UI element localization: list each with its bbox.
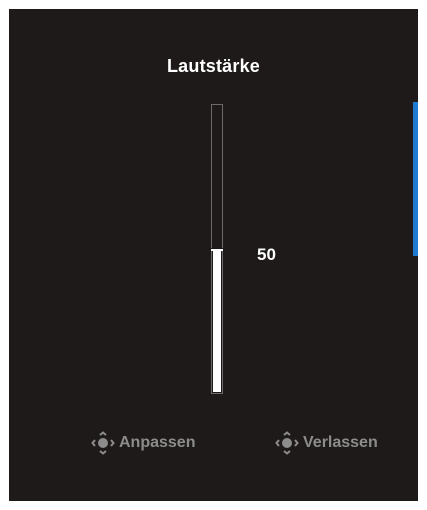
adjust-hint-label: Anpassen	[119, 434, 196, 451]
exit-hint: Verlassen	[275, 431, 378, 455]
adjust-hint: Anpassen	[91, 431, 195, 455]
scroll-indicator	[413, 102, 418, 256]
volume-slider[interactable]	[211, 104, 223, 394]
osd-panel: Lautstärke 50 Anpassen Verlassen	[9, 9, 418, 501]
volume-slider-fill	[213, 248, 221, 392]
exit-hint-label: Verlassen	[303, 434, 378, 451]
volume-value: 50	[257, 245, 276, 264]
osd-title: Lautstärke	[166, 56, 261, 76]
joystick-icon	[275, 431, 299, 455]
joystick-icon	[91, 431, 115, 455]
volume-slider-handle[interactable]	[211, 248, 223, 251]
